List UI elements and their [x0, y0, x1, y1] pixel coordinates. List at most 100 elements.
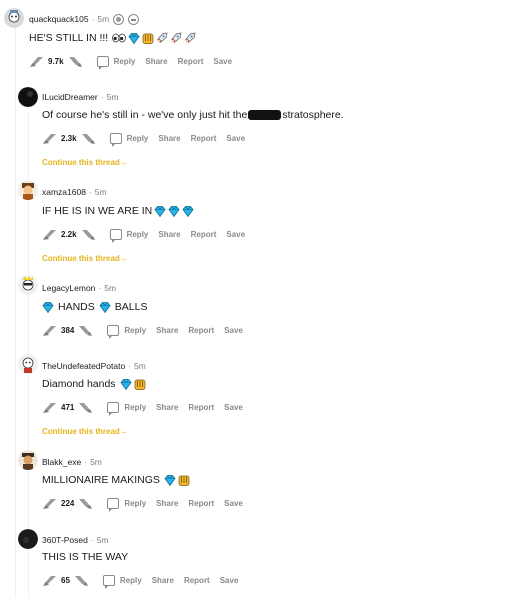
- comment-actions: 9.7k Reply Share Report Save: [29, 54, 242, 70]
- save-button[interactable]: Save: [213, 57, 232, 66]
- avatar[interactable]: [18, 180, 38, 200]
- reply-icon[interactable]: [109, 228, 122, 243]
- reply-icon[interactable]: [96, 55, 109, 70]
- reply-icon[interactable]: [102, 574, 115, 589]
- reply-icon[interactable]: [107, 401, 120, 416]
- avatar[interactable]: [18, 275, 38, 295]
- redaction-mark: [248, 110, 282, 120]
- avatar[interactable]: [18, 354, 38, 374]
- avatar[interactable]: [18, 87, 38, 107]
- comment-actions: 224 Reply Share Report Save: [42, 496, 253, 512]
- continue-thread-link[interactable]: Continue this thread→: [42, 158, 128, 167]
- reply-icon[interactable]: [107, 497, 120, 512]
- report-button[interactable]: Report: [191, 230, 217, 239]
- reply-icon[interactable]: [107, 324, 120, 339]
- timestamp[interactable]: 5m: [104, 282, 116, 294]
- downvote-icon[interactable]: [80, 227, 96, 241]
- share-button[interactable]: Share: [156, 326, 178, 335]
- report-button[interactable]: Report: [178, 57, 204, 66]
- username[interactable]: quackquack105: [29, 13, 89, 25]
- save-button[interactable]: Save: [220, 576, 239, 585]
- username[interactable]: xamza1608: [42, 186, 86, 198]
- report-button[interactable]: Report: [191, 134, 217, 143]
- reply-button[interactable]: Reply: [120, 576, 142, 585]
- timestamp[interactable]: 5m: [134, 360, 146, 372]
- upvote-icon[interactable]: [42, 323, 58, 337]
- save-button[interactable]: Save: [224, 326, 243, 335]
- report-button[interactable]: Report: [188, 326, 214, 335]
- reply-button[interactable]: Reply: [127, 230, 149, 239]
- award-icon[interactable]: [128, 13, 140, 25]
- downvote-icon[interactable]: [77, 400, 93, 414]
- downvote-icon[interactable]: [77, 323, 93, 337]
- upvote-icon[interactable]: [42, 227, 58, 241]
- vote-score: 2.2k: [61, 229, 77, 239]
- upvote-icon[interactable]: [42, 131, 58, 145]
- comment-meta: TheUndefeatedPotato · 5m: [42, 360, 146, 372]
- report-button[interactable]: Report: [184, 576, 210, 585]
- timestamp[interactable]: 5m: [97, 534, 109, 546]
- comment-meta: Blakk_exe · 5m: [42, 456, 102, 468]
- username[interactable]: 360T-Posed: [42, 534, 88, 546]
- timestamp[interactable]: 5m: [97, 13, 109, 25]
- username[interactable]: TheUndefeatedPotato: [42, 360, 125, 372]
- save-button[interactable]: Save: [224, 403, 243, 412]
- continue-thread-link[interactable]: Continue this thread→: [42, 427, 128, 436]
- raised-hands-icon: [142, 33, 154, 44]
- continue-thread-link[interactable]: Continue this thread→: [42, 254, 128, 263]
- diamond-icon: [99, 302, 111, 313]
- share-button[interactable]: Share: [145, 57, 167, 66]
- share-button[interactable]: Share: [152, 576, 174, 585]
- avatar[interactable]: [4, 8, 24, 28]
- separator-dot: ·: [128, 361, 132, 371]
- comment-body: IF HE IS IN WE ARE IN: [42, 204, 194, 218]
- downvote-icon[interactable]: [80, 131, 96, 145]
- timestamp[interactable]: 5m: [90, 456, 102, 468]
- comment-actions: 2.3k Reply Share Report Save: [42, 131, 255, 147]
- report-button[interactable]: Report: [188, 499, 214, 508]
- comment-text: THIS IS THE WAY: [42, 551, 129, 563]
- rocket-icon: [184, 32, 196, 44]
- separator-dot: ·: [91, 14, 95, 24]
- separator-dot: ·: [88, 187, 92, 197]
- avatar[interactable]: [18, 450, 38, 470]
- timestamp[interactable]: 5m: [95, 186, 107, 198]
- username[interactable]: LegacyLemon: [42, 282, 95, 294]
- downvote-icon[interactable]: [77, 496, 93, 510]
- comment-body: Of course he's still in - we've only jus…: [42, 108, 344, 122]
- share-button[interactable]: Share: [156, 403, 178, 412]
- upvote-icon[interactable]: [42, 573, 58, 587]
- save-button[interactable]: Save: [226, 230, 245, 239]
- continue-thread-label: Continue this thread: [42, 158, 120, 167]
- share-button[interactable]: Share: [158, 230, 180, 239]
- reply-icon[interactable]: [109, 132, 122, 147]
- save-button[interactable]: Save: [224, 499, 243, 508]
- eyes-icon: [112, 33, 126, 43]
- reply-button[interactable]: Reply: [127, 134, 149, 143]
- upvote-icon[interactable]: [42, 496, 58, 510]
- username[interactable]: ILucidDreamer: [42, 91, 98, 103]
- comment-body: THIS IS THE WAY: [42, 550, 128, 564]
- comment-actions: 384 Reply Share Report Save: [42, 323, 253, 339]
- save-button[interactable]: Save: [226, 134, 245, 143]
- timestamp[interactable]: 5m: [107, 91, 119, 103]
- avatar[interactable]: [18, 529, 38, 549]
- downvote-icon[interactable]: [73, 573, 89, 587]
- comment-text: stratosphere.: [282, 109, 344, 121]
- reply-button[interactable]: Reply: [114, 57, 136, 66]
- reply-button[interactable]: Reply: [124, 326, 146, 335]
- reply-button[interactable]: Reply: [124, 403, 146, 412]
- diamond-icon: [154, 206, 166, 217]
- reply-button[interactable]: Reply: [124, 499, 146, 508]
- upvote-icon[interactable]: [29, 54, 45, 68]
- upvote-icon[interactable]: [42, 400, 58, 414]
- comment-actions: 471 Reply Share Report Save: [42, 400, 253, 416]
- raised-hands-icon: [134, 379, 146, 390]
- downvote-icon[interactable]: [67, 54, 83, 68]
- separator-dot: ·: [98, 283, 102, 293]
- username[interactable]: Blakk_exe: [42, 456, 81, 468]
- award-icon[interactable]: [113, 13, 125, 25]
- report-button[interactable]: Report: [188, 403, 214, 412]
- share-button[interactable]: Share: [158, 134, 180, 143]
- share-button[interactable]: Share: [156, 499, 178, 508]
